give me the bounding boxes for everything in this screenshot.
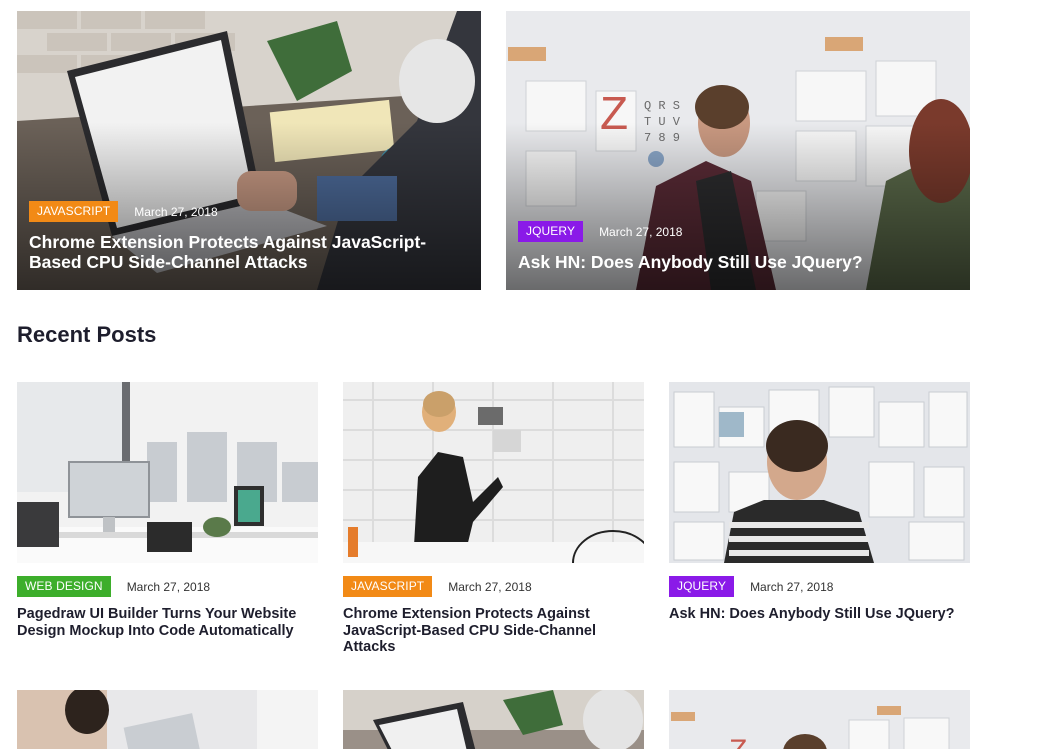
post-meta: JQUERY March 27, 2018 [518,221,682,242]
category-tag-jquery[interactable]: JQUERY [518,221,584,242]
post-image[interactable]: Z [669,690,970,749]
category-tag-jquery[interactable]: JQUERY [669,576,735,597]
category-tag-javascript[interactable]: JAVASCRIPT [29,201,119,222]
featured-post-card[interactable]: Z Q R ST U V7 8 9 JQUERY March 27, 2018 … [506,11,970,290]
post-card[interactable]: JAVASCRIPT March 27, 2018 Chrome Extensi… [343,382,644,656]
post-date: March 27, 2018 [126,579,211,594]
post-meta: JQUERY March 27, 2018 [669,576,970,597]
featured-post-card[interactable]: JAVASCRIPT March 27, 2018 Chrome Extensi… [17,11,481,290]
post-image[interactable] [343,690,644,749]
post-date: March 27, 2018 [134,204,218,219]
post-date: March 27, 2018 [448,579,532,594]
post-card[interactable]: JQUERY March 27, 2018 Ask HN: Does Anybo… [669,382,970,623]
category-tag-javascript[interactable]: JAVASCRIPT [343,576,433,597]
featured-post-title[interactable]: Ask HN: Does Anybody Still Use JQuery? [518,252,950,272]
post-image[interactable] [669,382,970,563]
section-heading: Recent Posts [17,322,157,347]
category-tag-web-design[interactable]: WEB DESIGN [17,576,111,597]
post-title[interactable]: Ask HN: Does Anybody Still Use JQuery? [669,606,970,623]
post-image[interactable] [343,382,644,563]
post-meta: WEB DESIGN March 27, 2018 [17,576,318,597]
post-card[interactable]: WEB DESIGN March 27, 2018 Pagedraw UI Bu… [17,382,318,639]
post-date: March 27, 2018 [750,579,834,594]
post-title[interactable]: Pagedraw UI Builder Turns Your Website D… [17,606,318,639]
post-date: March 27, 2018 [599,224,683,239]
post-title[interactable]: Chrome Extension Protects Against JavaSc… [343,606,644,656]
image-overlay [506,11,970,290]
post-image[interactable] [17,690,318,749]
post-meta: JAVASCRIPT March 27, 2018 [29,201,218,222]
post-meta: JAVASCRIPT March 27, 2018 [343,576,644,597]
svg-text:Z: Z [729,734,747,749]
featured-post-title[interactable]: Chrome Extension Protects Against JavaSc… [29,232,461,272]
post-image[interactable] [17,382,318,563]
